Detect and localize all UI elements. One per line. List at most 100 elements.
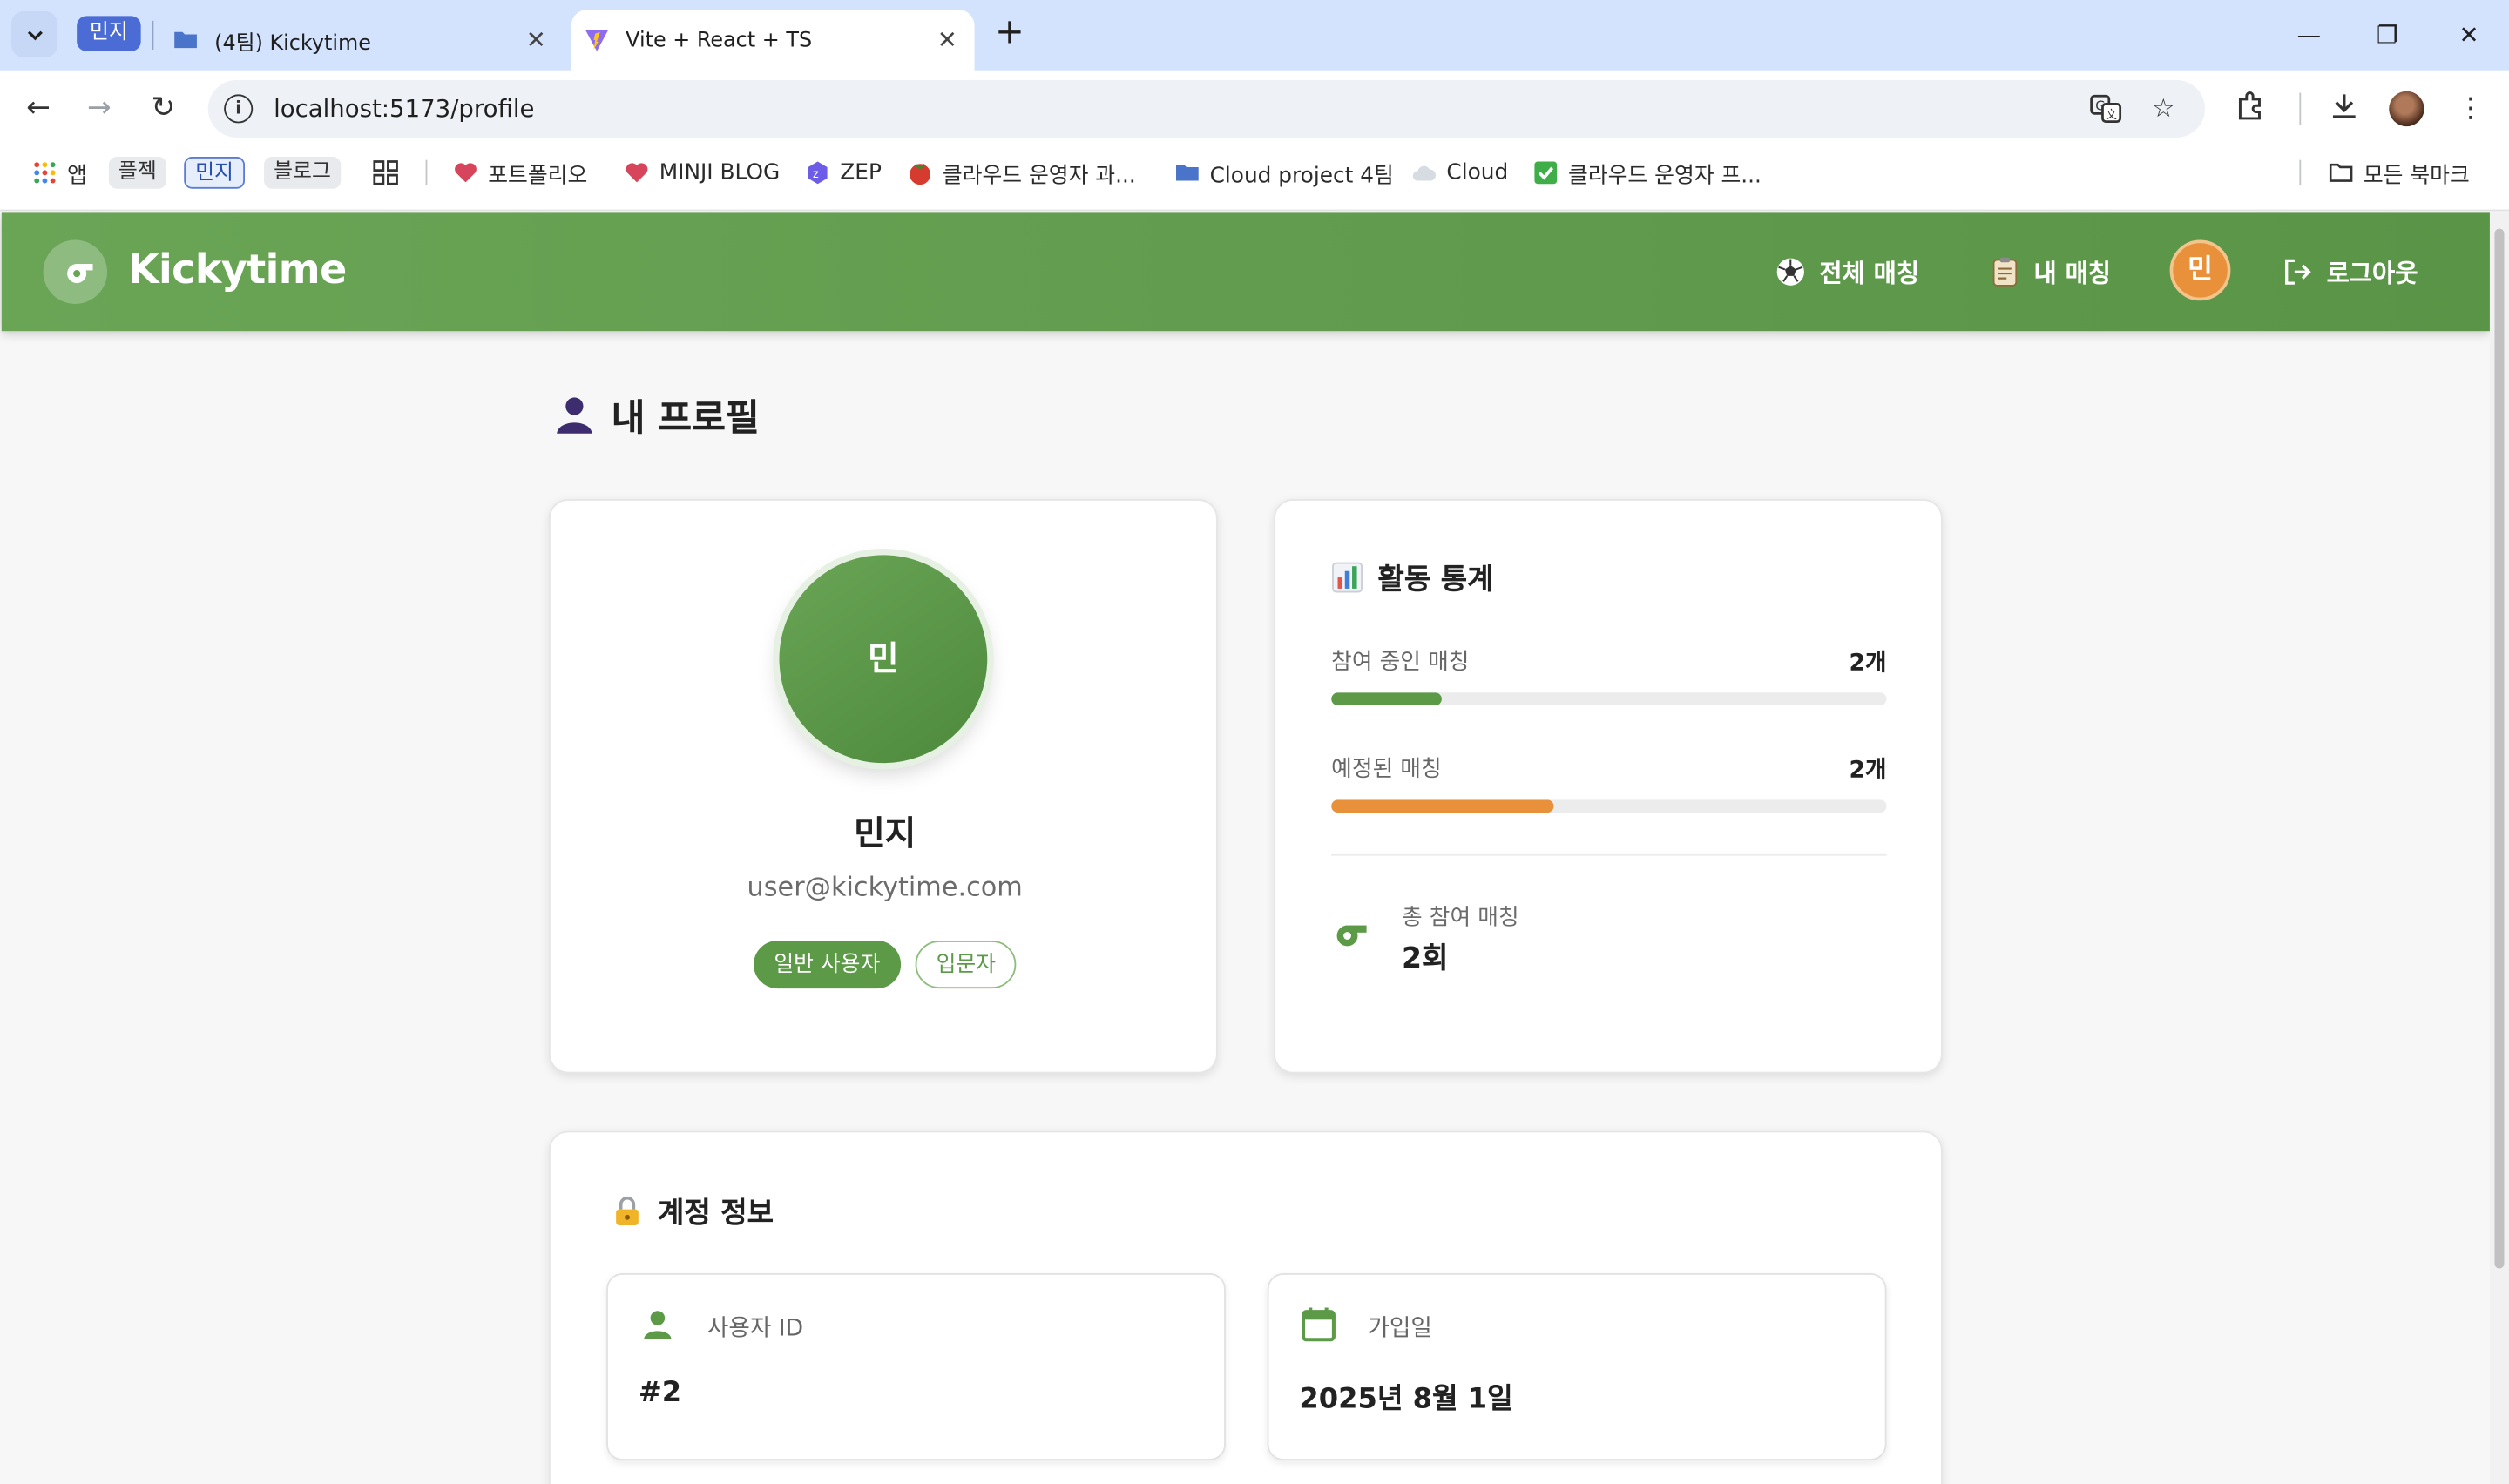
calendar-icon <box>1302 1307 1336 1342</box>
account-heading: 계정 정보 <box>612 1191 774 1232</box>
bookmark-label: Cloud project 4팀 <box>1209 163 1394 189</box>
soccer-ball-icon <box>1776 258 1804 286</box>
close-window-icon[interactable]: ✕ <box>2444 13 2495 57</box>
tab-vite-react[interactable]: Vite + React + TS ✕ <box>571 10 975 71</box>
bookmark-label: 포트폴리오 <box>488 163 588 189</box>
new-tab-button[interactable]: + <box>991 15 1029 54</box>
nav-my-matches[interactable]: 내 매칭 <box>1989 251 2111 293</box>
profile-card: 민 민지 user@kickytime.com 일반 사용자 입문자 <box>549 499 1218 1074</box>
more-menu-icon[interactable]: ⋮ <box>2452 90 2490 128</box>
stat-label: 참여 중인 매칭 <box>1331 649 1470 676</box>
account-info-card: 계정 정보 사용자 ID #2 가입일 2025년 8월 1일 <box>549 1130 1943 1484</box>
bookmark-label: 클라우드 운영자 과... <box>942 163 1136 189</box>
minimize-icon[interactable]: — <box>2283 13 2335 57</box>
folder-outline-icon <box>2329 163 2353 182</box>
clipboard-icon <box>1992 257 2018 287</box>
checkbox-icon <box>1534 161 1558 185</box>
progress-fill <box>1331 799 1554 813</box>
nav-all-matches[interactable]: 전체 매칭 <box>1775 251 1919 293</box>
close-icon[interactable]: ✕ <box>518 25 553 54</box>
bookmark-apps[interactable]: 앱 <box>32 147 87 199</box>
restore-icon[interactable]: ❐ <box>2362 13 2413 57</box>
browser-tab-strip: 민지 (4팀) Kickytime ✕ Vite + React + TS ✕ … <box>0 0 2509 71</box>
bookmark-minji-blog[interactable]: MINJI BLOG <box>624 147 780 199</box>
back-arrow-icon[interactable]: ← <box>16 86 60 131</box>
bookmark-divider <box>2299 159 2302 186</box>
extensions-icon[interactable] <box>2232 90 2270 128</box>
bookmark-all[interactable]: 모든 북마크 <box>2328 147 2470 199</box>
user-avatar[interactable]: 민 <box>2169 239 2231 301</box>
stats-heading: 활동 통계 <box>1331 556 1494 598</box>
logout-button[interactable]: 로그아웃 <box>2282 251 2418 293</box>
app-header: Kickytime 전체 매칭 내 매칭 민 로그아웃 <box>1 212 2490 332</box>
bookmark-divider <box>425 159 428 186</box>
role-badge: 일반 사용자 <box>753 941 902 989</box>
bookmark-zep[interactable]: z ZEP <box>805 147 882 199</box>
nav-label: 내 매칭 <box>2033 259 2111 288</box>
zep-icon: z <box>808 161 828 185</box>
tomato-icon <box>910 164 931 186</box>
tab-search-button[interactable] <box>10 10 58 58</box>
page-title-text: 내 프로필 <box>611 398 760 441</box>
bookmark-portfolio[interactable]: 포트폴리오 <box>453 147 587 199</box>
stats-divider <box>1331 853 1887 856</box>
star-icon[interactable]: ☆ <box>2147 93 2180 125</box>
bookmark-grid[interactable] <box>373 147 408 199</box>
user-id-value: #2 <box>638 1377 682 1410</box>
heart-icon <box>626 163 648 183</box>
bookmark-folder-minji[interactable]: 민지 <box>184 147 245 199</box>
logout-icon <box>2285 259 2311 285</box>
download-icon[interactable] <box>2325 90 2364 128</box>
bookmarks-bar: 앱 플젝 민지 블로그 포트폴리오 MINJI BLOG z ZEP 클라우드 <box>0 146 2509 212</box>
user-id-label: 사용자 ID <box>707 1316 804 1343</box>
browser-profile-avatar[interactable] <box>2389 91 2424 127</box>
forward-arrow-icon[interactable]: → <box>77 86 121 131</box>
chevron-down-icon <box>26 30 43 40</box>
close-icon[interactable]: ✕ <box>930 25 964 54</box>
stat-value: 2개 <box>1849 651 1887 677</box>
total-matches-label: 총 참여 매칭 <box>1401 905 1519 931</box>
stat-label: 예정된 매칭 <box>1331 756 1442 783</box>
bookmark-folder-blog[interactable]: 블로그 <box>264 147 342 199</box>
bookmark-cloud-pro[interactable]: 클라우드 운영자 프... <box>1533 147 1762 199</box>
heart-icon <box>455 163 477 183</box>
browser-toolbar: ← → ↻ i localhost:5173/profile G文 ☆ ⋮ <box>0 70 2509 147</box>
join-date-value: 2025년 8월 1일 <box>1299 1383 1513 1416</box>
tab-title: Vite + React + TS <box>626 28 813 52</box>
page-scrollbar[interactable] <box>2489 212 2509 1484</box>
reload-icon[interactable]: ↻ <box>141 86 186 131</box>
nav-label: 로그아웃 <box>2326 259 2418 288</box>
stats-heading-text: 활동 통계 <box>1377 563 1494 597</box>
bookmark-label: ZEP <box>840 159 882 186</box>
user-id-box: 사용자 ID #2 <box>606 1273 1226 1460</box>
profile-avatar: 민 <box>779 555 988 764</box>
url-text[interactable]: localhost:5173/profile <box>274 80 534 138</box>
bar-chart-icon <box>1332 562 1363 593</box>
apps-grid-icon <box>34 162 56 184</box>
nav-label: 전체 매칭 <box>1819 259 1920 288</box>
bookmark-cloud-course[interactable]: 클라우드 운영자 과... <box>907 147 1136 199</box>
bookmark-cloud[interactable]: Cloud <box>1411 147 1508 199</box>
address-bar[interactable]: i localhost:5173/profile G文 ☆ <box>207 79 2206 138</box>
progress-track <box>1331 799 1887 813</box>
bookmark-label: 블로그 <box>264 157 342 189</box>
folder-icon <box>174 31 197 49</box>
toolbar-divider <box>2299 92 2302 125</box>
tab-group-chip[interactable]: 민지 <box>77 16 141 51</box>
tab-title: (4팀) Kickytime <box>214 30 371 56</box>
translate-icon[interactable]: G文 <box>2090 93 2122 125</box>
progress-fill <box>1331 692 1443 706</box>
scrollbar-thumb[interactable] <box>2494 228 2505 1269</box>
profile-email: user@kickytime.com <box>747 872 1023 902</box>
bookmark-folder-project[interactable]: 플젝 <box>108 147 166 199</box>
bookmark-label: Cloud <box>1446 159 1509 186</box>
site-info-icon[interactable]: i <box>224 94 254 124</box>
brand-name[interactable]: Kickytime <box>128 241 347 299</box>
progress-track <box>1331 692 1887 706</box>
grid-icon <box>373 160 398 186</box>
bookmark-cloud-project[interactable]: Cloud project 4팀 <box>1174 147 1394 199</box>
whistle-logo-icon[interactable] <box>43 239 108 304</box>
activity-stats-card: 활동 통계 참여 중인 매칭 2개 예정된 매칭 2개 총 참여 매칭 2회 <box>1274 499 1943 1074</box>
tab-kickytime[interactable]: (4팀) Kickytime ✕ <box>160 10 564 71</box>
bookmark-label: 모든 북마크 <box>2363 163 2470 189</box>
